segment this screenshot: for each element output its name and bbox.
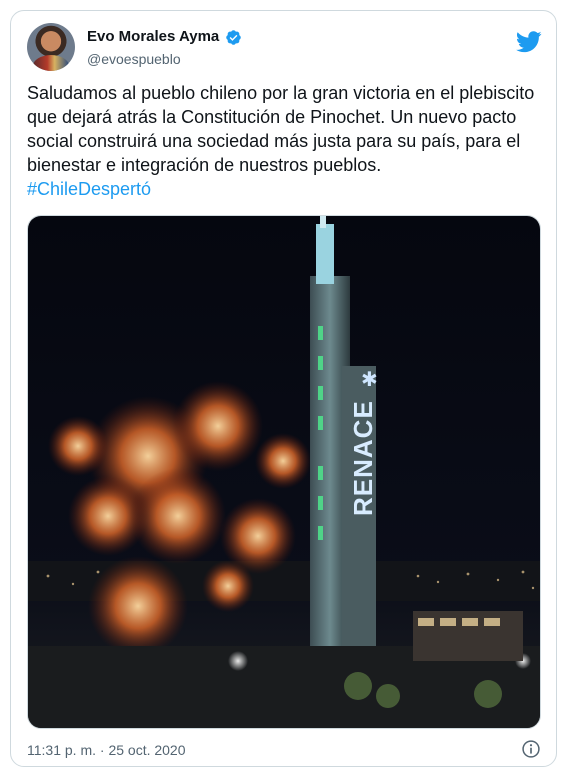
avatar-shirt [33,55,69,71]
tweet-card: Evo Morales Ayma @evoespueblo Saludamos … [10,10,557,767]
photo-night-tower-fireworks: RENACE ✱ [28,216,540,728]
author-avatar[interactable] [27,23,75,71]
info-icon[interactable] [521,739,541,759]
tower-sign-text: RENACE [348,400,378,516]
tower-star-icon: ✱ [361,367,378,391]
tweet-photo[interactable]: RENACE ✱ [27,215,541,729]
twitter-bird-icon[interactable] [516,31,542,53]
author-name[interactable]: Evo Morales Ayma [87,28,219,46]
verified-badge-icon [226,30,241,45]
hashtag-link[interactable]: #ChileDespertó [27,177,151,201]
tweet-timestamp[interactable]: 11:31 p. m. · 25 oct. 2020 [27,742,186,758]
tweet-text: Saludamos al pueblo chileno por la gran … [27,83,535,175]
author-handle[interactable]: @evoespueblo [87,51,181,67]
